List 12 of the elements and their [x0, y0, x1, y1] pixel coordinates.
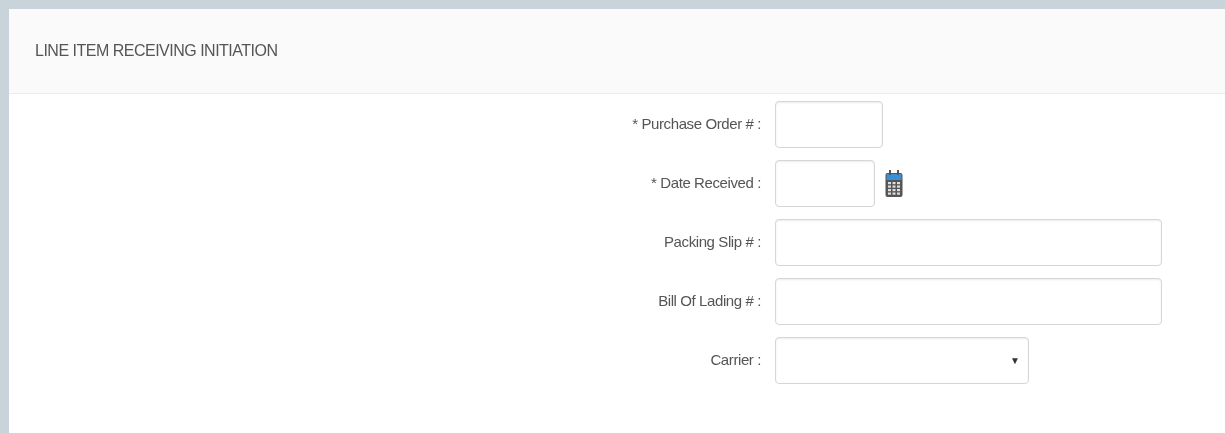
field-label: Carrier : [710, 350, 761, 371]
panel-title: LINE ITEM RECEIVING INITIATION [35, 41, 278, 61]
text-field[interactable] [775, 219, 1162, 266]
field-label: Packing Slip # : [664, 232, 761, 253]
date-field[interactable] [775, 160, 875, 207]
field-label: * Date Received : [651, 173, 761, 194]
field-label: Bill Of Lading # : [658, 291, 761, 312]
carrier-dropdown[interactable]: ▼ [775, 337, 1029, 384]
calendar-icon[interactable] [885, 169, 903, 198]
field-label: * Purchase Order # : [632, 114, 761, 135]
text-field[interactable] [775, 101, 883, 148]
text-field[interactable] [775, 278, 1162, 325]
